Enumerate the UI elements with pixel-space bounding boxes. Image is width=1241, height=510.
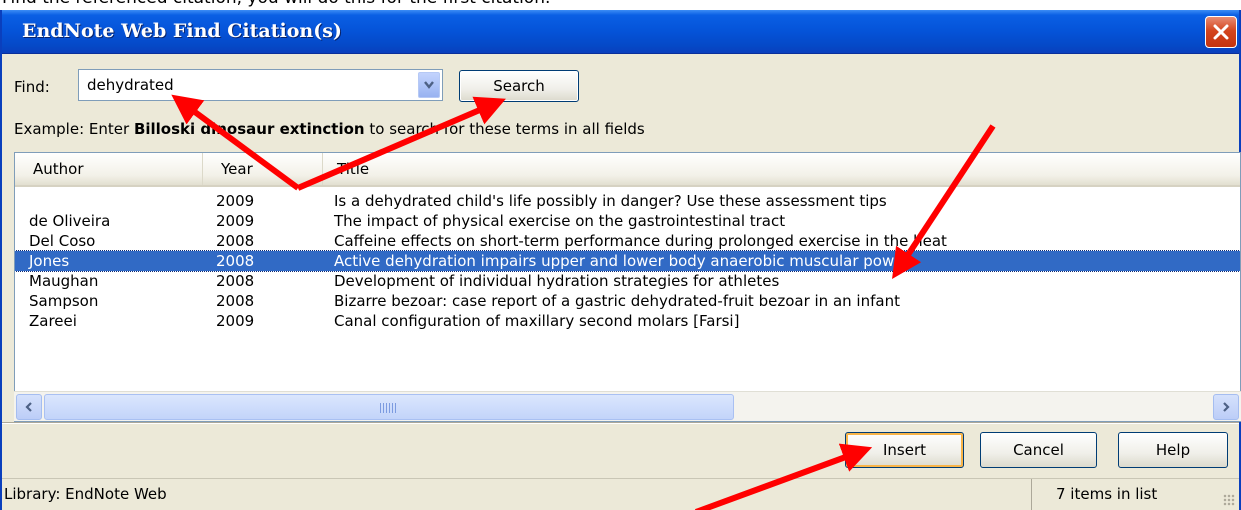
table-row[interactable]: Maughan 2008 Development of individual hyd… <box>15 271 1240 291</box>
find-dropdown-button[interactable] <box>418 72 440 98</box>
table-row[interactable]: Zareei 2009 Canal configuration of maxilla… <box>15 311 1240 331</box>
row-title: The impact of physical exercise on the g… <box>334 212 786 230</box>
help-button[interactable]: Help <box>1118 432 1228 468</box>
table-row[interactable]: de Oliveira 2009 The impact of physical ex… <box>15 211 1240 231</box>
row-year: 2008 <box>216 232 255 250</box>
scroll-left-button[interactable] <box>16 394 42 420</box>
column-header-year[interactable]: Year <box>203 153 323 185</box>
scroll-thumb[interactable] <box>44 394 734 420</box>
row-author: Maughan <box>29 272 99 290</box>
row-author: Del Coso <box>29 232 96 250</box>
row-year: 2009 <box>216 212 255 230</box>
cropped-instruction-text: Find the referenced citation, you will d… <box>0 0 1241 10</box>
window-title: EndNote Web Find Citation(s) <box>22 20 342 42</box>
column-header-title[interactable]: Title <box>323 153 1240 185</box>
horizontal-scrollbar[interactable] <box>14 391 1241 421</box>
find-input[interactable] <box>79 70 417 100</box>
find-citation-dialog: EndNote Web Find Citation(s) Find: Searc… <box>0 10 1241 510</box>
results-rows: 2009 Is a dehydrated child's life possibl… <box>15 191 1240 331</box>
chevron-down-icon <box>424 81 434 89</box>
row-title: Caffeine effects on short-term performan… <box>334 232 947 250</box>
column-header-author[interactable]: Author <box>15 153 203 185</box>
resize-grip-icon[interactable] <box>1223 494 1235 506</box>
search-button[interactable]: Search <box>459 70 579 102</box>
close-button[interactable] <box>1205 16 1237 48</box>
status-library: Library: EndNote Web <box>2 479 1032 510</box>
close-icon <box>1213 24 1229 40</box>
results-list[interactable]: Author Year Title 2009 Is a dehydrated ch… <box>14 152 1241 422</box>
row-title: Canal configuration of maxillary second … <box>334 312 740 330</box>
row-year: 2008 <box>216 272 255 290</box>
title-bar[interactable]: EndNote Web Find Citation(s) <box>2 10 1239 54</box>
divider <box>2 422 1239 424</box>
table-row[interactable]: Sampson 2008 Bizarre bezoar: case report o… <box>15 291 1240 311</box>
example-hint: Example: Enter Billoski dinosaur extinct… <box>14 120 645 138</box>
cancel-button[interactable]: Cancel <box>980 432 1097 468</box>
row-title: Bizarre bezoar: case report of a gastric… <box>334 292 900 310</box>
chevron-left-icon <box>25 402 32 412</box>
scroll-thumb-grip <box>380 403 396 413</box>
find-combobox[interactable] <box>78 69 443 101</box>
row-title: Development of individual hydration stra… <box>334 272 780 290</box>
insert-button[interactable]: Insert <box>845 432 964 468</box>
row-author: Zareei <box>29 312 77 330</box>
table-row[interactable]: Jones 2008 Active dehydration impairs uppe… <box>15 250 1240 272</box>
row-title: Active dehydration impairs upper and low… <box>334 252 910 270</box>
status-bar: Library: EndNote Web 7 items in list <box>2 478 1239 510</box>
row-author: Jones <box>29 252 70 270</box>
row-author: Sampson <box>29 292 99 310</box>
row-year: 2008 <box>216 252 255 270</box>
row-year: 2009 <box>216 192 255 210</box>
chevron-right-icon <box>1223 402 1230 412</box>
row-author: de Oliveira <box>29 212 111 230</box>
column-header-row: Author Year Title <box>15 153 1240 187</box>
find-label: Find: <box>14 78 50 96</box>
row-year: 2009 <box>216 312 255 330</box>
row-year: 2008 <box>216 292 255 310</box>
scroll-right-button[interactable] <box>1213 394 1239 420</box>
status-item-count: 7 items in list <box>1056 485 1158 503</box>
row-title: Is a dehydrated child's life possibly in… <box>334 192 887 210</box>
table-row[interactable]: 2009 Is a dehydrated child's life possibl… <box>15 191 1240 211</box>
table-row[interactable]: Del Coso 2008 Caffeine effects on short-te… <box>15 231 1240 251</box>
